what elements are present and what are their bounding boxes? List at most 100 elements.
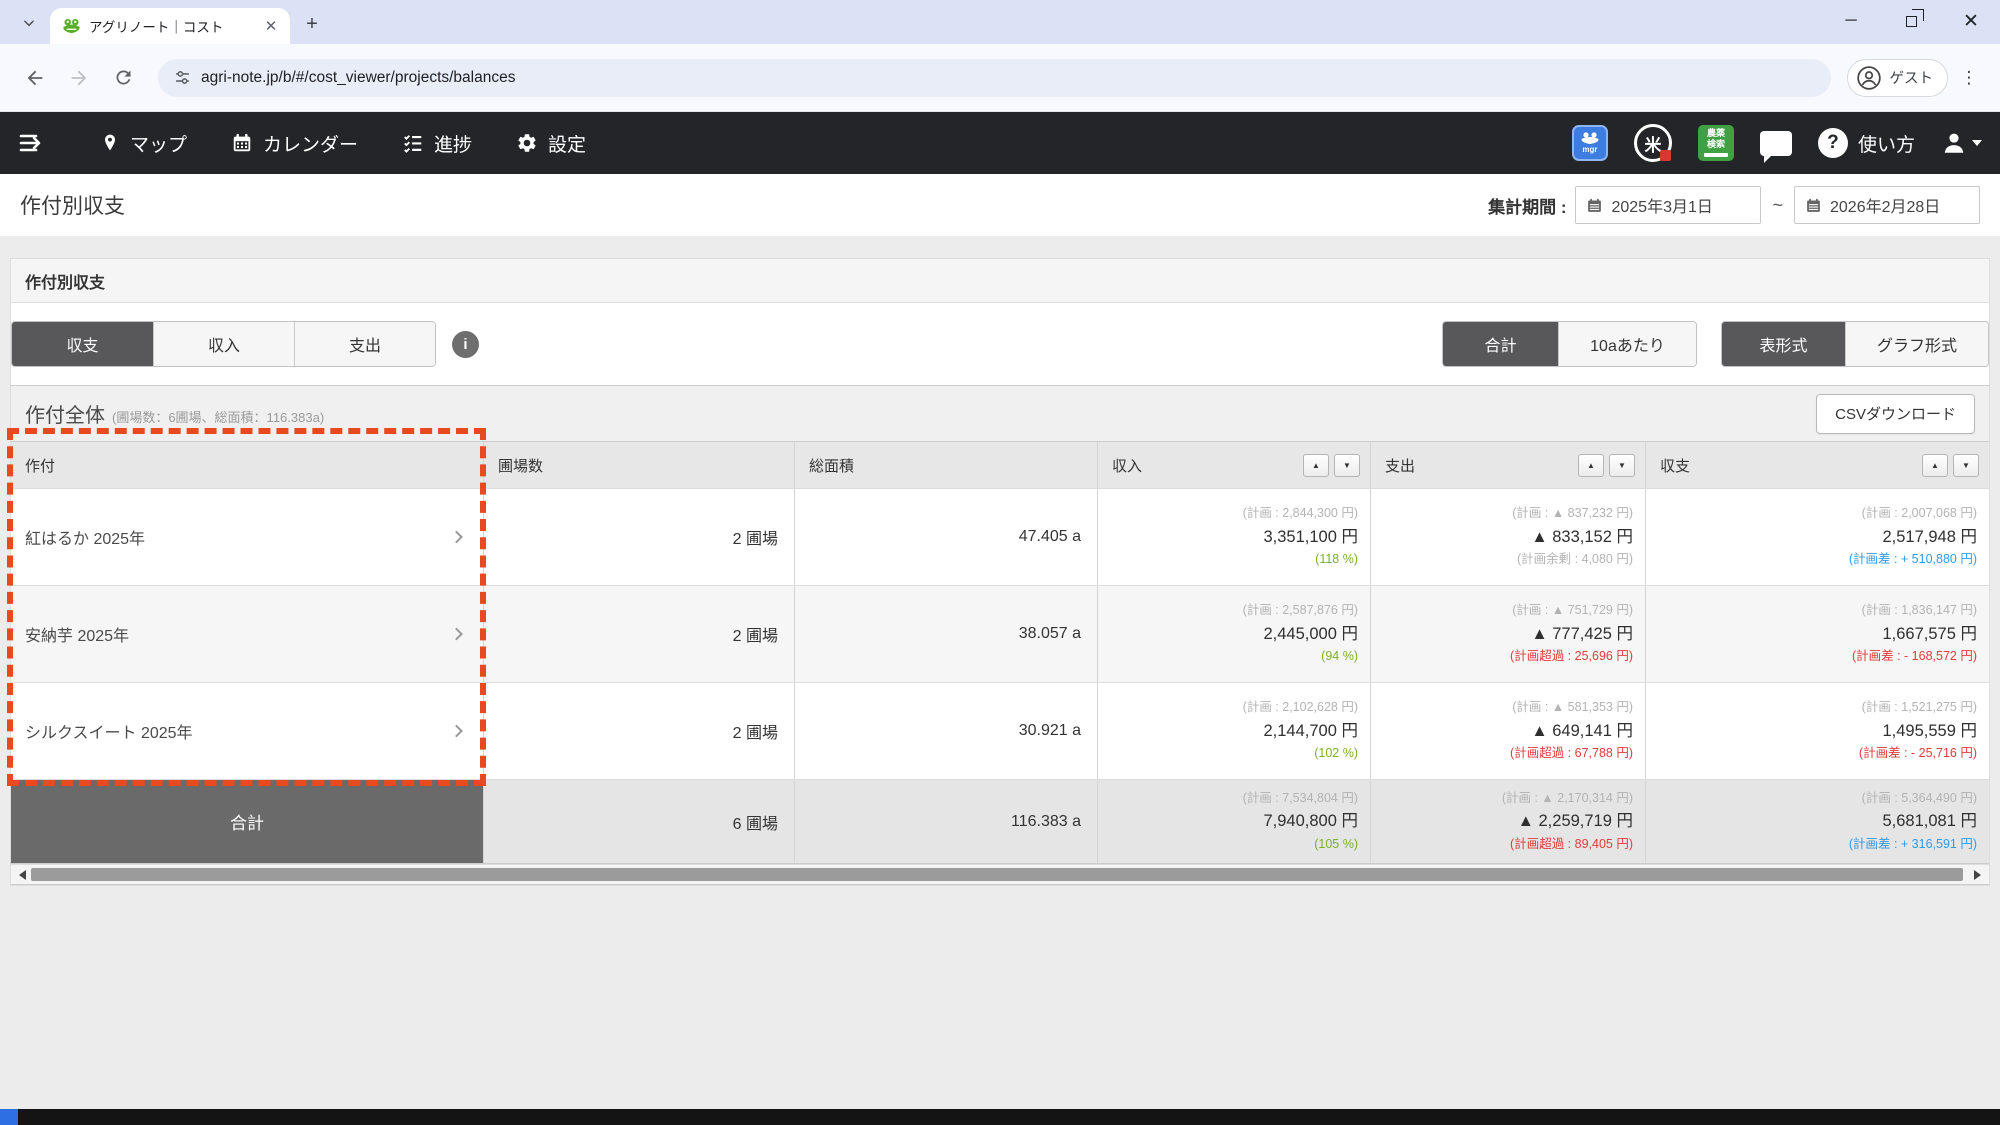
col-header-fields: 圃場数	[484, 442, 795, 488]
area-total: 116.383 a	[795, 780, 1098, 863]
crop-link[interactable]: 安納芋 2025年	[11, 586, 484, 682]
url-text: agri-note.jp/b/#/cost_viewer/projects/ba…	[201, 69, 515, 87]
col-header-area: 総面積	[795, 442, 1098, 488]
horizontal-scrollbar[interactable]	[11, 864, 1989, 884]
chevron-down-icon	[1972, 140, 1982, 151]
page-header: 作付別収支 集計期間 : 2025年3月1日 ~ 2026年2月28日	[0, 174, 2000, 236]
nav-item-map[interactable]: マップ	[100, 130, 187, 157]
site-settings-icon[interactable]	[174, 69, 191, 86]
period-start-input[interactable]: 2025年3月1日	[1575, 186, 1761, 224]
question-icon: ?	[1818, 128, 1848, 158]
browser-tab[interactable]: アグリノート｜コスト ✕	[50, 8, 290, 44]
table-row: 紅はるか 2025年 2 圃場 47.405 a (計画 : 2,844,300…	[11, 489, 1989, 586]
agrinote-manager-icon[interactable]: mgr	[1572, 125, 1608, 161]
app-navbar: マップ カレンダー 進捗	[0, 112, 2000, 174]
scrollbar-thumb[interactable]	[31, 868, 1963, 881]
tab-unit-per10a[interactable]: 10aあたり	[1558, 322, 1696, 366]
rice-app-icon[interactable]: 米	[1634, 124, 1672, 162]
tab-unit-total[interactable]: 合計	[1443, 322, 1558, 366]
col-header-balance: 収支	[1646, 442, 1989, 488]
table-total-row: 合計 6 圃場 116.383 a (計画 : 7,534,804 円) 7,9…	[11, 780, 1989, 864]
total-label[interactable]: 合計	[11, 780, 484, 863]
nav-item-settings[interactable]: 設定	[516, 130, 586, 157]
new-tab-button[interactable]: +	[298, 10, 326, 38]
section-title: 作付全体	[25, 399, 105, 428]
crop-link[interactable]: 紅はるか 2025年	[11, 489, 484, 585]
browser-menu-icon[interactable]: ⋮	[1954, 63, 1984, 93]
bottom-bar-accent	[0, 1109, 18, 1125]
nav-item-calendar[interactable]: カレンダー	[231, 130, 358, 157]
calendar-icon	[1805, 197, 1822, 214]
col-header-expense: 支出	[1371, 442, 1646, 488]
calendar-icon	[231, 132, 253, 154]
tab-view-graph[interactable]: グラフ形式	[1845, 322, 1988, 366]
page-title: 作付別収支	[20, 190, 125, 220]
sort-asc-income-button[interactable]	[1303, 454, 1329, 477]
window-minimize-button[interactable]: ─	[1836, 6, 1866, 36]
fields-value: 2 圃場	[484, 489, 795, 585]
income-cell: (計画 : 2,587,876 円) 2,445,000 円 (94 %)	[1098, 586, 1371, 682]
expense-total-cell: (計画 : ▲ 2,170,314 円) ▲ 2,259,719 円 (計画超過…	[1371, 780, 1646, 863]
browser-profile-button[interactable]: ゲスト	[1847, 59, 1949, 97]
aggregation-period: 集計期間 : 2025年3月1日 ~ 2026年2月28日	[1488, 186, 1980, 224]
tab-balance[interactable]: 収支	[12, 322, 153, 366]
card-header: 作付別収支	[11, 259, 1989, 303]
scroll-right-icon[interactable]	[1971, 865, 1989, 884]
scroll-left-icon[interactable]	[11, 865, 29, 884]
forward-icon[interactable]	[60, 59, 98, 97]
profile-label: ゲスト	[1890, 67, 1934, 88]
bottom-bar	[0, 1109, 2000, 1125]
window-restore-button[interactable]	[1896, 6, 1926, 36]
table-row: 安納芋 2025年 2 圃場 38.057 a (計画 : 2,587,876 …	[11, 586, 1989, 683]
sort-asc-balance-button[interactable]	[1922, 454, 1948, 477]
sidebar-toggle-icon[interactable]	[18, 131, 46, 155]
back-icon[interactable]	[16, 59, 54, 97]
notification-badge	[1660, 150, 1671, 161]
tab-expense[interactable]: 支出	[294, 322, 435, 366]
help-button[interactable]: ? 使い方	[1818, 128, 1915, 158]
reload-icon[interactable]	[104, 59, 142, 97]
tab-search-chevron-icon[interactable]	[14, 8, 44, 38]
user-icon	[1941, 130, 1967, 156]
browser-tabstrip: アグリノート｜コスト ✕ + ─ ✕	[0, 0, 2000, 44]
chevron-right-icon	[450, 725, 463, 738]
tab-close-icon[interactable]: ✕	[262, 17, 280, 35]
table-row: シルクスイート 2025年 2 圃場 30.921 a (計画 : 2,102,…	[11, 683, 1989, 780]
pesticide-search-icon[interactable]: 農薬 検索	[1698, 125, 1734, 161]
map-pin-icon	[100, 131, 120, 155]
period-label: 集計期間 :	[1488, 193, 1566, 218]
sort-asc-expense-button[interactable]	[1578, 454, 1604, 477]
income-cell: (計画 : 2,102,628 円) 2,144,700 円 (102 %)	[1098, 683, 1371, 779]
sort-desc-balance-button[interactable]	[1953, 454, 1979, 477]
gear-icon	[516, 132, 538, 154]
feedback-chat-icon[interactable]	[1760, 131, 1792, 156]
url-bar[interactable]: agri-note.jp/b/#/cost_viewer/projects/ba…	[158, 59, 1831, 97]
income-cell: (計画 : 2,844,300 円) 3,351,100 円 (118 %)	[1098, 489, 1371, 585]
content-area: 作付別収支 収支 収入 支出 i 合計 10aあたり 表形式 グラフ形式	[0, 236, 2000, 886]
sort-desc-expense-button[interactable]	[1609, 454, 1635, 477]
period-end-input[interactable]: 2026年2月28日	[1794, 186, 1980, 224]
period-separator: ~	[1772, 195, 1783, 216]
balance-cell: (計画 : 1,836,147 円) 1,667,575 円 (計画差 : - …	[1646, 586, 1989, 682]
area-value: 47.405 a	[795, 489, 1098, 585]
account-menu-button[interactable]	[1941, 130, 1982, 156]
table-panel: 作付全体 (圃場数：6圃場、総面積：116.383a) CSVダウンロード 作付…	[11, 385, 1989, 885]
metric-toggle-group: 収支 収入 支出	[11, 321, 436, 367]
unit-toggle-group: 合計 10aあたり	[1442, 321, 1697, 367]
mgr-badge-label: mgr	[1582, 146, 1597, 154]
area-value: 30.921 a	[795, 683, 1098, 779]
balance-total-cell: (計画 : 5,364,490 円) 5,681,081 円 (計画差 : + …	[1646, 780, 1989, 863]
crop-link[interactable]: シルクスイート 2025年	[11, 683, 484, 779]
tab-income[interactable]: 収入	[153, 322, 294, 366]
controls-row: 収支 収入 支出 i 合計 10aあたり 表形式 グラフ形式	[11, 303, 1989, 385]
csv-download-button[interactable]: CSVダウンロード	[1816, 394, 1975, 434]
chevron-right-icon	[450, 531, 463, 544]
tab-view-table[interactable]: 表形式	[1722, 322, 1845, 366]
panel-header: 作付全体 (圃場数：6圃場、総面積：116.383a) CSVダウンロード	[11, 386, 1989, 442]
info-icon[interactable]: i	[452, 331, 479, 358]
sort-desc-income-button[interactable]	[1334, 454, 1360, 477]
window-close-button[interactable]: ✕	[1956, 6, 1986, 36]
view-toggle-group: 表形式 グラフ形式	[1721, 321, 1989, 367]
nav-item-progress[interactable]: 進捗	[402, 130, 472, 157]
section-subtitle: (圃場数：6圃場、総面積：116.383a)	[112, 402, 324, 426]
